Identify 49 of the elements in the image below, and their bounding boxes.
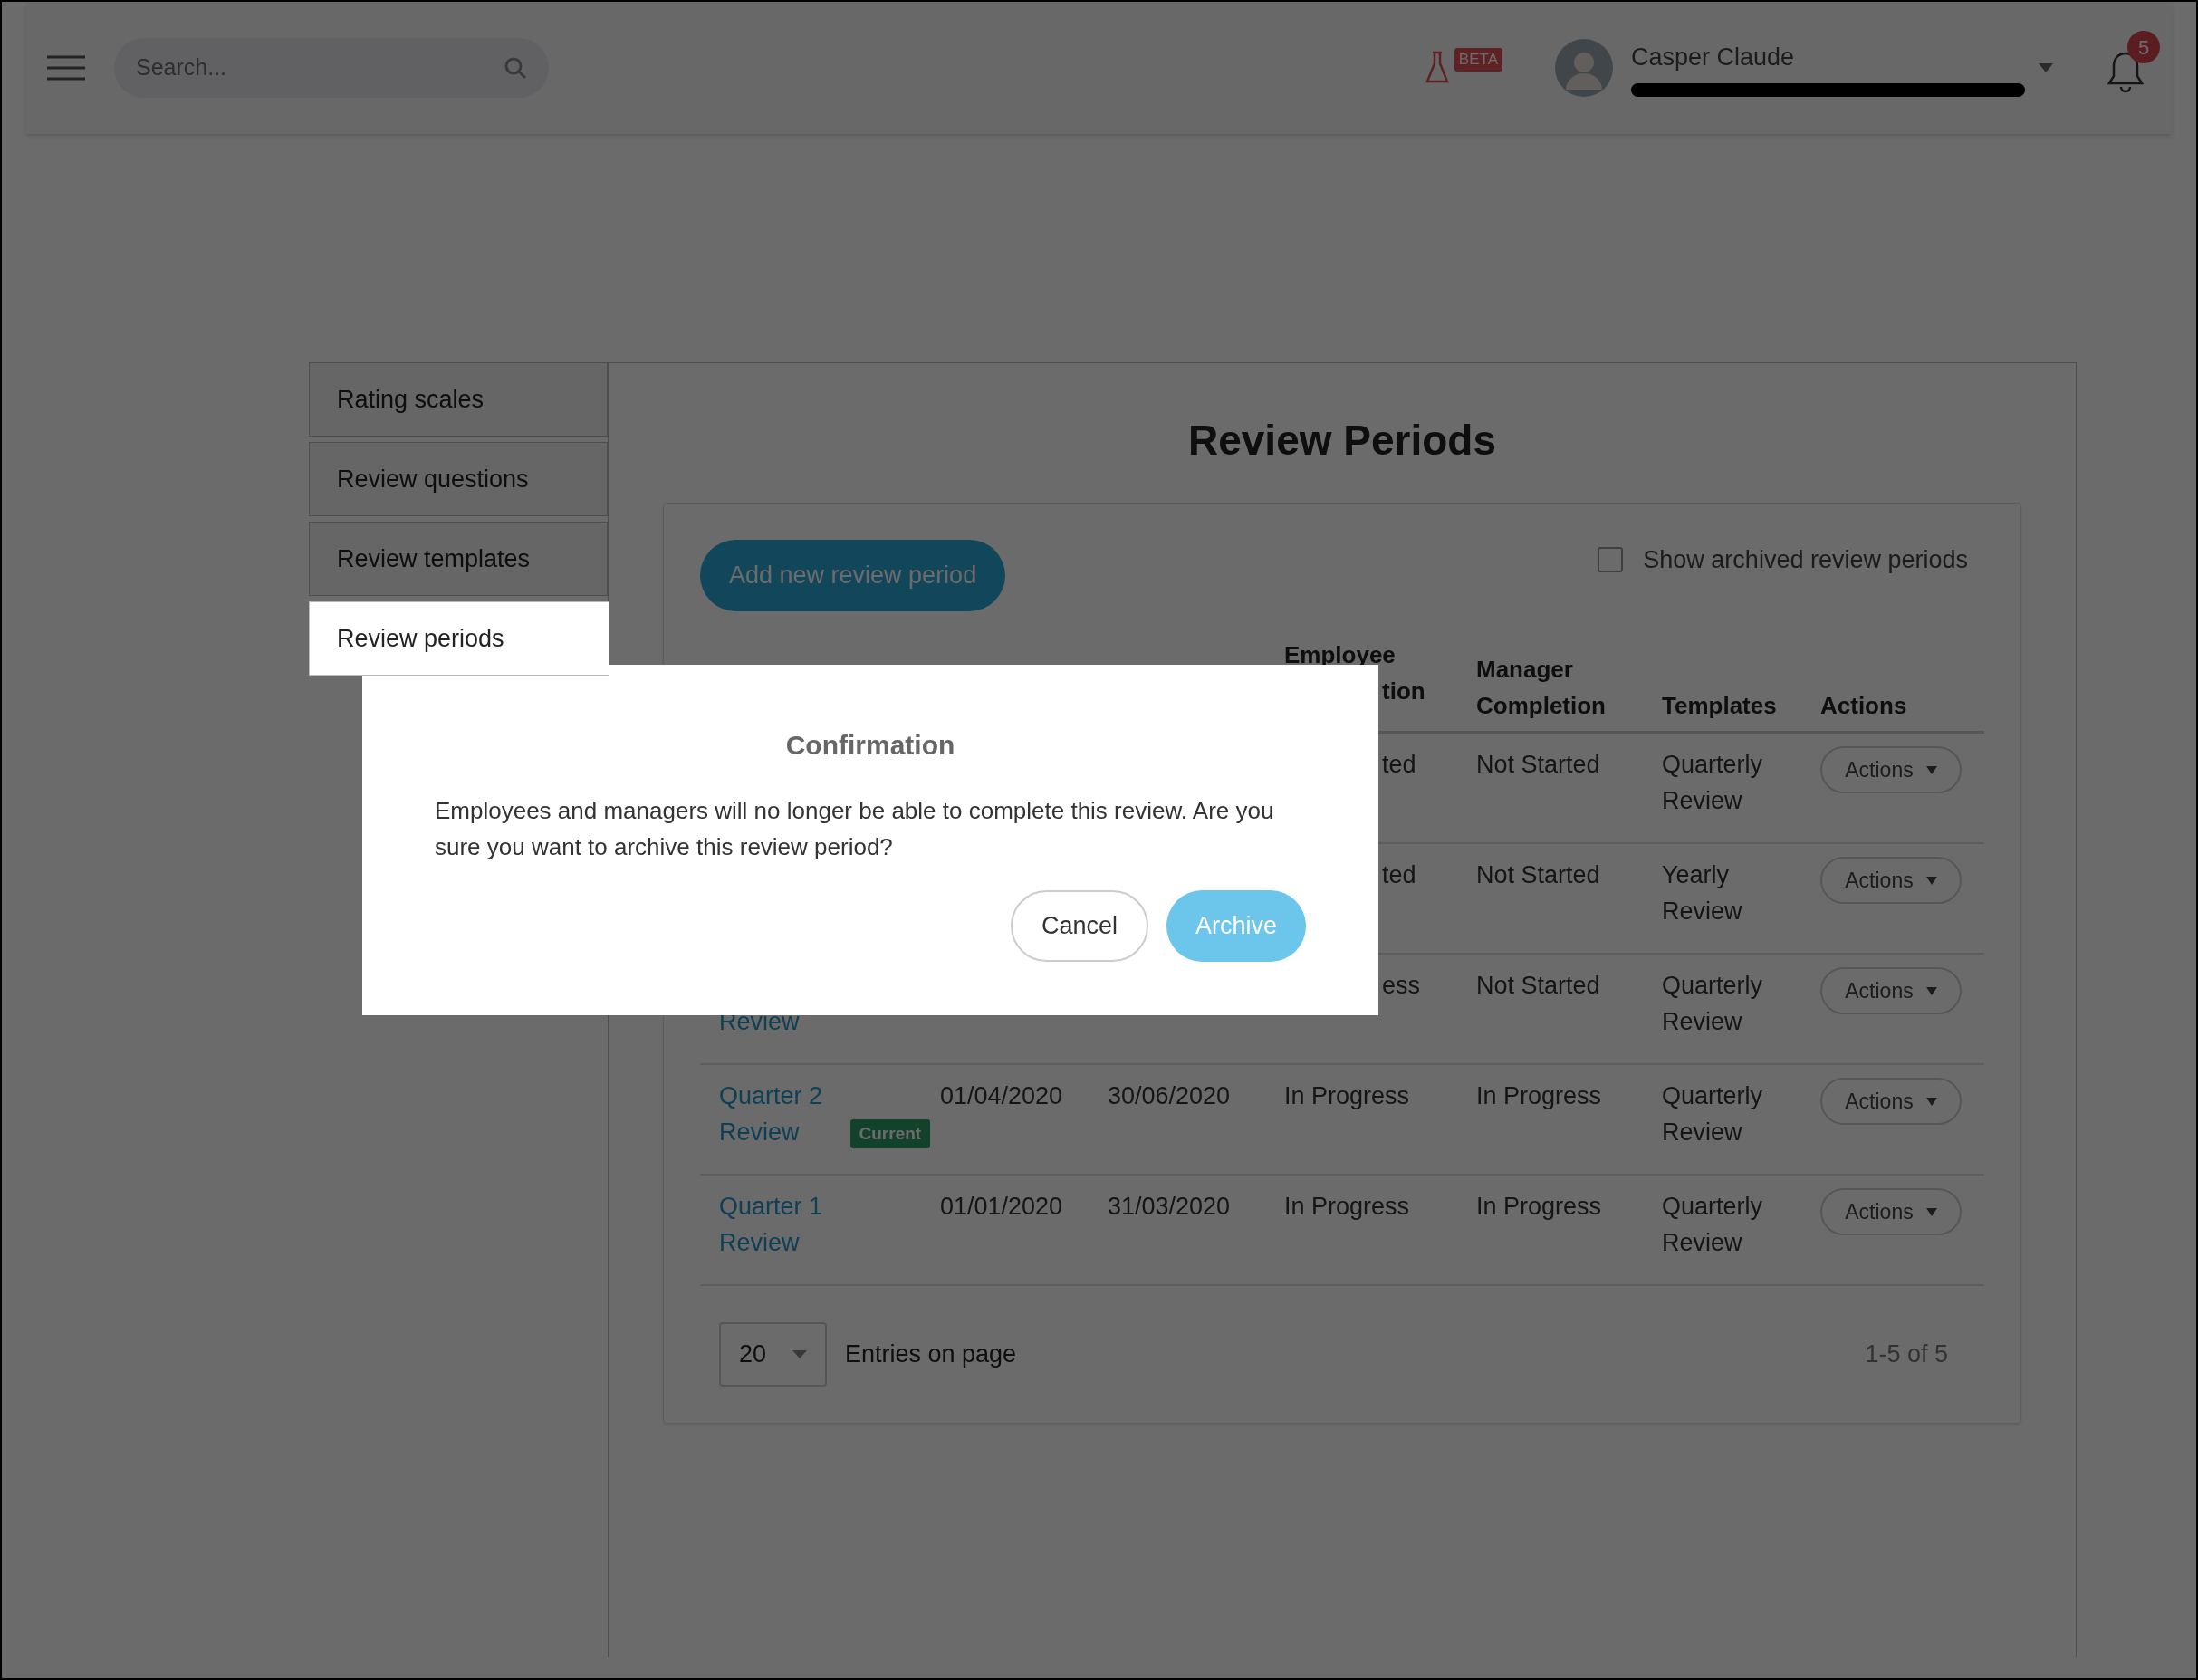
sidebar-tab[interactable]: Rating scales	[309, 362, 608, 437]
checkbox-label: Show archived review periods	[1643, 545, 1968, 575]
table-cell: ted	[1382, 861, 1416, 888]
page-size-select[interactable]: 20	[719, 1322, 827, 1387]
table-cell: Not Started	[1476, 972, 1600, 999]
dialog-message: Employees and managers will no longer be able to complete this review. Are you sure you want to archive this review period?	[435, 796, 1275, 862]
table-cell: 01/01/2020	[940, 1193, 1063, 1220]
table-cell: 01/04/2020	[940, 1082, 1063, 1109]
page-title: Review Periods	[1187, 416, 1496, 466]
sidebar-tab[interactable]: Review questions	[309, 442, 608, 516]
table-cell: ted	[1382, 751, 1416, 778]
table-cell: Quarterly Review	[1662, 1193, 1763, 1256]
table-cell: In Progress	[1284, 1193, 1410, 1220]
review-period-link[interactable]: Quarter 1 Review	[719, 1188, 841, 1261]
cancel-button[interactable]: Cancel	[1010, 890, 1148, 962]
status-badge: Current	[849, 1118, 931, 1148]
table-cell: 31/03/2020	[1108, 1193, 1231, 1220]
table-cell: In Progress	[1476, 1193, 1602, 1220]
table-cell: Quarterly Review	[1662, 1082, 1763, 1146]
actions-dropdown[interactable]: Actions	[1820, 1188, 1962, 1235]
column-header: Actions	[1820, 691, 1907, 721]
actions-dropdown[interactable]: Actions	[1820, 1078, 1962, 1125]
notification-badge: 5	[2127, 31, 2160, 63]
table-cell: Not Started	[1476, 861, 1600, 888]
table-cell: Not Started	[1476, 751, 1600, 778]
dialog-title: Confirmation	[785, 729, 955, 762]
sidebar-tab[interactable]: Review templates	[309, 522, 608, 596]
sidebar-tab[interactable]: Review periods	[309, 601, 609, 676]
actions-dropdown[interactable]: Actions	[1820, 857, 1962, 904]
column-header: Templates	[1662, 691, 1777, 721]
table-cell: In Progress	[1476, 1082, 1602, 1109]
table-cell: ess	[1382, 972, 1421, 999]
table-cell: 30/06/2020	[1108, 1082, 1231, 1109]
column-header: tion	[1381, 677, 1426, 706]
review-period-link[interactable]: Quarter 2 Review	[719, 1078, 841, 1150]
table-cell: In Progress	[1284, 1082, 1410, 1109]
table-cell: Quarterly Review	[1662, 751, 1763, 814]
archive-button[interactable]: Archive	[1166, 890, 1306, 962]
pagination-range: 1-5 of 5	[1865, 1339, 1948, 1370]
column-header: Manager Completion	[1476, 655, 1607, 721]
page-size-label: Entries on page	[845, 1339, 1017, 1370]
actions-dropdown[interactable]: Actions	[1820, 746, 1962, 793]
column-header: Employee	[1284, 640, 1397, 670]
actions-dropdown[interactable]: Actions	[1820, 967, 1962, 1014]
beta-badge: BETA	[1454, 48, 1502, 72]
table-cell: Quarterly Review	[1662, 972, 1763, 1035]
user-name[interactable]: Casper Claude	[1631, 39, 2030, 76]
add-period-button[interactable]: Add new review period	[700, 540, 1006, 611]
table-cell: Yearly Review	[1662, 861, 1742, 925]
